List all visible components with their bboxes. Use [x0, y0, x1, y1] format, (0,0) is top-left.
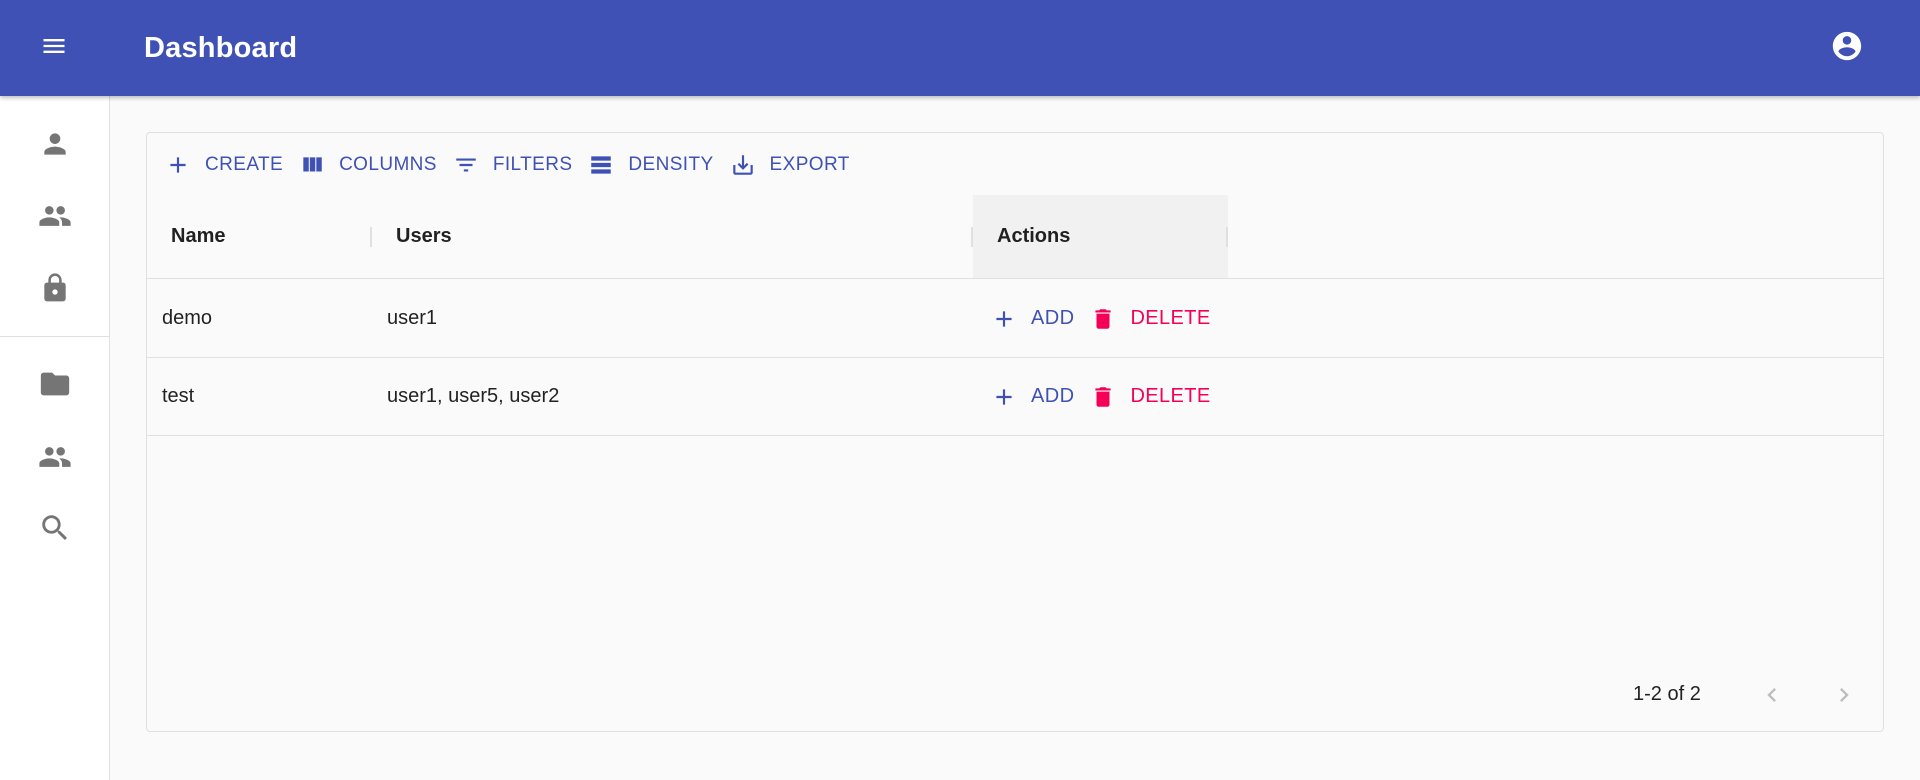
- menu-icon: [40, 32, 68, 65]
- cell-name: test: [162, 385, 195, 407]
- column-separator[interactable]: [1226, 227, 1228, 247]
- column-header-label: Actions: [997, 225, 1071, 247]
- grid-toolbar: Create Columns Filters Density Export: [157, 143, 858, 187]
- pagination-info: 1-2 of 2: [1633, 683, 1701, 705]
- column-header-label: Users: [396, 225, 452, 247]
- export-button[interactable]: Export: [722, 143, 858, 187]
- trash-icon: [1090, 306, 1116, 332]
- plus-icon: [991, 306, 1017, 332]
- add-label: Add: [1031, 385, 1075, 407]
- previous-page-button[interactable]: [1748, 673, 1796, 721]
- columns-icon: [299, 152, 325, 178]
- density-label: Density: [628, 154, 714, 175]
- add-button[interactable]: Add: [983, 299, 1082, 339]
- cell-name: demo: [162, 307, 213, 329]
- density-button[interactable]: Density: [580, 143, 721, 187]
- columns-button[interactable]: Columns: [291, 143, 445, 187]
- account-circle-icon: [1830, 29, 1864, 68]
- sidebar-divider: [0, 336, 109, 337]
- delete-button[interactable]: Delete: [1082, 299, 1218, 339]
- app-bar: Dashboard: [0, 0, 1920, 96]
- sidebar-item-groups[interactable]: [0, 190, 109, 246]
- column-separator[interactable]: [370, 227, 372, 247]
- sidebar-item-teams[interactable]: [0, 431, 109, 487]
- table-row[interactable]: demo user1 Add Delete: [147, 280, 1883, 358]
- person-icon: [39, 128, 71, 165]
- filters-label: Filters: [492, 154, 573, 175]
- people-icon: [38, 440, 72, 479]
- table-row[interactable]: test user1, user5, user2 Add Delete: [147, 358, 1883, 436]
- column-headers: Name Users Actions: [147, 195, 1883, 279]
- column-header-name[interactable]: Name: [171, 195, 225, 278]
- column-separator[interactable]: [971, 227, 973, 247]
- delete-label: Delete: [1130, 307, 1211, 329]
- data-grid: Create Columns Filters Density Export: [146, 132, 1884, 732]
- column-header-actions[interactable]: Actions: [997, 195, 1070, 278]
- menu-button[interactable]: [30, 24, 78, 72]
- delete-label: Delete: [1130, 385, 1211, 407]
- trash-icon: [1090, 384, 1116, 410]
- sidebar: [0, 96, 110, 780]
- chevron-right-icon: [1830, 681, 1858, 714]
- export-label: Export: [769, 154, 850, 175]
- folder-icon: [38, 367, 72, 406]
- cell-users: user1, user5, user2: [387, 385, 560, 407]
- columns-label: Columns: [339, 154, 437, 175]
- cell-actions: Add Delete: [983, 358, 1219, 435]
- create-button[interactable]: Create: [157, 143, 291, 187]
- search-icon: [38, 511, 72, 550]
- add-label: Add: [1031, 307, 1075, 329]
- chevron-left-icon: [1758, 681, 1786, 714]
- sidebar-item-search[interactable]: [0, 502, 109, 558]
- sidebar-item-user[interactable]: [0, 118, 109, 174]
- plus-icon: [165, 152, 191, 178]
- create-label: Create: [205, 154, 284, 175]
- download-icon: [730, 152, 756, 178]
- add-button[interactable]: Add: [983, 377, 1082, 417]
- filters-button[interactable]: Filters: [445, 143, 581, 187]
- column-header-users[interactable]: Users: [396, 195, 452, 278]
- density-icon: [588, 152, 614, 178]
- lock-icon: [39, 272, 71, 309]
- page-title: Dashboard: [144, 32, 298, 64]
- cell-actions: Add Delete: [983, 280, 1219, 357]
- sidebar-item-folders[interactable]: [0, 358, 109, 414]
- sidebar-item-permissions[interactable]: [0, 262, 109, 318]
- grid-footer: 1-2 of 2: [147, 663, 1883, 731]
- plus-icon: [991, 384, 1017, 410]
- account-button[interactable]: [1823, 24, 1871, 72]
- cell-users: user1: [387, 307, 438, 329]
- filter-list-icon: [453, 152, 479, 178]
- next-page-button[interactable]: [1820, 673, 1868, 721]
- people-icon: [38, 199, 72, 238]
- column-header-label: Name: [171, 225, 226, 247]
- delete-button[interactable]: Delete: [1082, 377, 1218, 417]
